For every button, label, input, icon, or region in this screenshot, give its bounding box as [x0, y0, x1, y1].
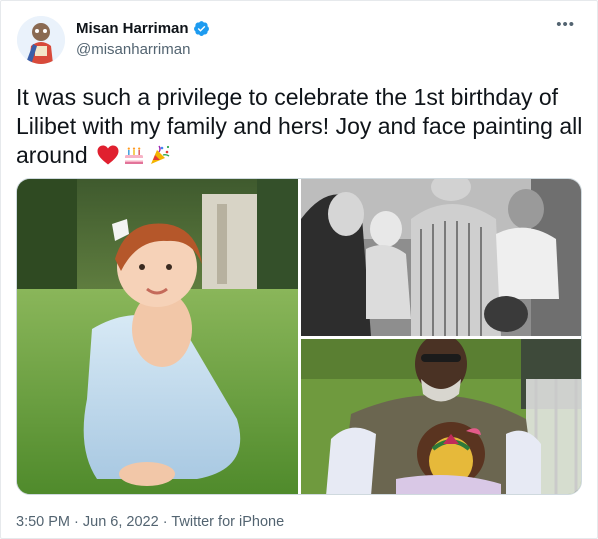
- meta-separator: ·: [158, 514, 172, 530]
- author-name[interactable]: Misan Harriman: [76, 20, 189, 37]
- birthday-cake-emoji: [125, 147, 144, 164]
- tweet-card: Misan Harriman @misanharriman ••• It was…: [0, 0, 598, 539]
- photo-family-black-and-white[interactable]: [301, 179, 581, 336]
- tweet-date[interactable]: Jun 6, 2022: [83, 514, 159, 530]
- tweet-meta: 3:50 PM · Jun 6, 2022 · Twitter for iPho…: [16, 514, 284, 530]
- tweet-time[interactable]: 3:50 PM: [16, 514, 70, 530]
- author-handle[interactable]: @misanharriman: [76, 41, 190, 58]
- media-grid: [16, 178, 582, 495]
- meta-separator: ·: [70, 514, 83, 530]
- author-avatar[interactable]: [17, 16, 65, 64]
- illustrated-avatar-icon: [17, 16, 65, 64]
- tweet-text: It was such a privilege to celebrate the…: [16, 83, 586, 170]
- red-heart-emoji: [97, 145, 119, 165]
- photo-man-and-child-face-paint[interactable]: [301, 339, 581, 494]
- more-options-icon[interactable]: •••: [556, 17, 575, 32]
- tweet-source[interactable]: Twitter for iPhone: [171, 514, 284, 530]
- verified-badge-icon: [193, 21, 209, 36]
- photo-baby-on-grass[interactable]: [17, 179, 298, 494]
- author-name-row: Misan Harriman: [76, 20, 210, 37]
- party-popper-emoji: [151, 145, 170, 164]
